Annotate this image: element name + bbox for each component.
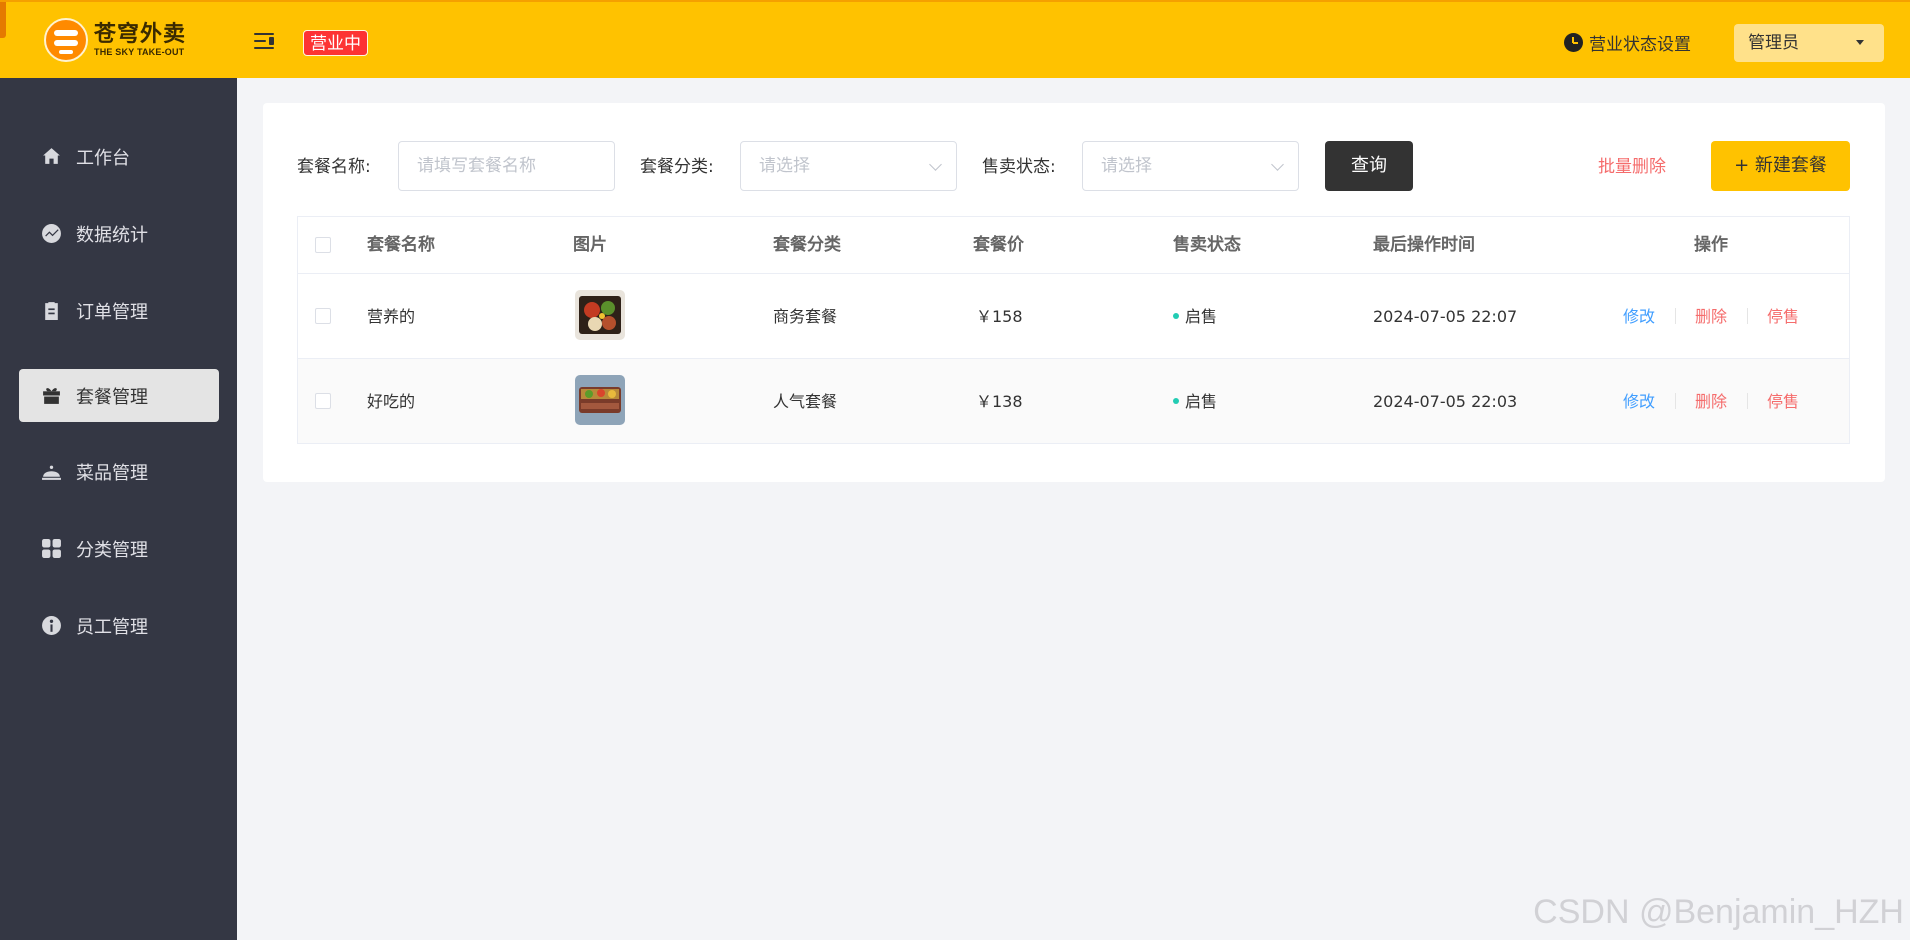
employee-icon: [41, 615, 62, 636]
column-header-price: 套餐价: [973, 235, 1024, 255]
sidebar-item-workbench[interactable]: 工作台: [19, 130, 219, 183]
action-divider: [1675, 308, 1676, 324]
business-status-badge: 营业中: [303, 30, 368, 56]
clipboard-icon: [41, 300, 62, 321]
setmeal-name-input[interactable]: 请填写套餐名称: [398, 141, 615, 191]
logo-icon: [44, 18, 88, 62]
setmeal-panel: 套餐名称: 请填写套餐名称 套餐分类: 请选择 售卖状态: 请选择 查询 批量删…: [263, 103, 1885, 482]
sidebar-item-employees[interactable]: 员工管理: [19, 599, 219, 652]
stop-sale-link[interactable]: 停售: [1767, 359, 1799, 444]
gift-icon: [41, 385, 62, 406]
edit-link[interactable]: 修改: [1623, 359, 1655, 444]
table-header: 套餐名称 图片 套餐分类 套餐价 售卖状态 最后操作时间 操作: [298, 217, 1849, 274]
delete-link[interactable]: 删除: [1695, 359, 1727, 444]
user-name: 管理员: [1748, 33, 1799, 53]
watermark: CSDN @Benjamin_HZH: [1533, 893, 1904, 931]
brand-logo: 苍穹外卖 THE SKY TAKE-OUT: [44, 18, 186, 62]
setmeal-category: 商务套餐: [773, 307, 838, 326]
setmeal-status: 启售: [1173, 274, 1217, 359]
status-select-placeholder: 请选择: [1101, 156, 1152, 176]
edit-link[interactable]: 修改: [1623, 274, 1655, 359]
clock-icon: [1564, 33, 1583, 52]
new-setmeal-button[interactable]: + 新建套餐: [1711, 141, 1850, 191]
sidebar-item-categories[interactable]: 分类管理: [19, 522, 219, 575]
logo-title: 苍穹外卖: [94, 22, 187, 47]
status-select[interactable]: 请选择: [1082, 141, 1299, 191]
setmeal-image: [575, 290, 625, 340]
logo-text: 苍穹外卖 THE SKY TAKE-OUT: [94, 22, 187, 58]
action-divider: [1747, 393, 1748, 409]
category-select-placeholder: 请选择: [759, 156, 810, 176]
name-input-placeholder: 请填写套餐名称: [417, 156, 536, 176]
chart-icon: [41, 223, 62, 244]
table-row: 营养的 商务套餐 ￥158 启售 2024-07-05 22:07 修改 删除 …: [298, 274, 1849, 359]
setmeal-table: 套餐名称 图片 套餐分类 套餐价 售卖状态 最后操作时间 操作 营养的 商务套餐…: [297, 216, 1850, 444]
caret-down-icon: [1856, 40, 1864, 45]
stop-sale-link[interactable]: 停售: [1767, 274, 1799, 359]
setmeal-name: 好吃的: [367, 392, 416, 411]
column-header-time: 最后操作时间: [1373, 235, 1475, 255]
row-checkbox[interactable]: [315, 393, 331, 409]
sidebar-item-label: 套餐管理: [76, 386, 148, 408]
category-filter-label: 套餐分类:: [640, 157, 714, 177]
chevron-down-icon: [929, 158, 942, 171]
sidebar-item-orders[interactable]: 订单管理: [19, 284, 219, 337]
setmeal-name: 营养的: [367, 307, 416, 326]
status-dot-icon: [1173, 397, 1179, 404]
user-dropdown[interactable]: 管理员: [1734, 24, 1884, 62]
action-divider: [1675, 393, 1676, 409]
business-status-setting-label: 营业状态设置: [1589, 35, 1691, 55]
setmeal-category: 人气套餐: [773, 392, 838, 411]
status-filter-label: 售卖状态:: [982, 157, 1056, 177]
top-header: 苍穹外卖 THE SKY TAKE-OUT 营业中 营业状态设置 管理员: [0, 0, 1910, 78]
column-header-category: 套餐分类: [773, 235, 841, 255]
status-dot-icon: [1173, 312, 1179, 319]
sidebar-item-dishes[interactable]: 菜品管理: [19, 445, 219, 498]
status-text: 启售: [1185, 307, 1218, 326]
setmeal-image: [575, 375, 625, 425]
column-header-status: 售卖状态: [1173, 235, 1241, 255]
setmeal-status: 启售: [1173, 359, 1217, 444]
sidebar-item-label: 订单管理: [76, 301, 148, 323]
last-modified-time: 2024-07-05 22:03: [1373, 392, 1518, 411]
category-select[interactable]: 请选择: [740, 141, 957, 191]
dish-cover-icon: [41, 461, 62, 482]
sidebar: 工作台 数据统计 订单管理 套餐管理 菜品管理 分类管理 员工管理: [0, 78, 237, 940]
last-modified-time: 2024-07-05 22:07: [1373, 307, 1518, 326]
sidebar-item-statistics[interactable]: 数据统计: [19, 207, 219, 260]
sidebar-item-label: 工作台: [76, 147, 130, 169]
table-row: 好吃的 人气套餐 ￥138 启售 2024-07-05 22:03 修改 删除 …: [298, 359, 1849, 444]
column-header-name: 套餐名称: [367, 235, 435, 255]
status-text: 启售: [1185, 392, 1218, 411]
setmeal-price: ￥158: [976, 307, 1023, 326]
column-header-image: 图片: [573, 235, 607, 255]
name-filter-label: 套餐名称:: [297, 157, 371, 177]
action-divider: [1747, 308, 1748, 324]
menu-collapse-icon[interactable]: [254, 32, 276, 50]
select-all-checkbox[interactable]: [315, 237, 331, 253]
query-button[interactable]: 查询: [1325, 141, 1413, 191]
batch-delete-button[interactable]: 批量删除: [1598, 155, 1666, 179]
delete-link[interactable]: 删除: [1695, 274, 1727, 359]
column-header-actions: 操作: [1694, 235, 1728, 255]
sidebar-item-label: 分类管理: [76, 539, 148, 561]
sidebar-item-setmeal[interactable]: 套餐管理: [19, 369, 219, 422]
header-accent-tab: [0, 2, 6, 38]
chevron-down-icon: [1271, 158, 1284, 171]
logo-subtitle: THE SKY TAKE-OUT: [94, 47, 185, 57]
sidebar-item-label: 菜品管理: [76, 462, 148, 484]
business-status-setting-button[interactable]: 营业状态设置: [1564, 30, 1691, 55]
sidebar-item-label: 数据统计: [76, 224, 148, 246]
grid-icon: [41, 538, 62, 559]
sidebar-item-label: 员工管理: [76, 616, 148, 638]
home-icon: [41, 146, 62, 167]
row-checkbox[interactable]: [315, 308, 331, 324]
setmeal-price: ￥138: [976, 392, 1023, 411]
